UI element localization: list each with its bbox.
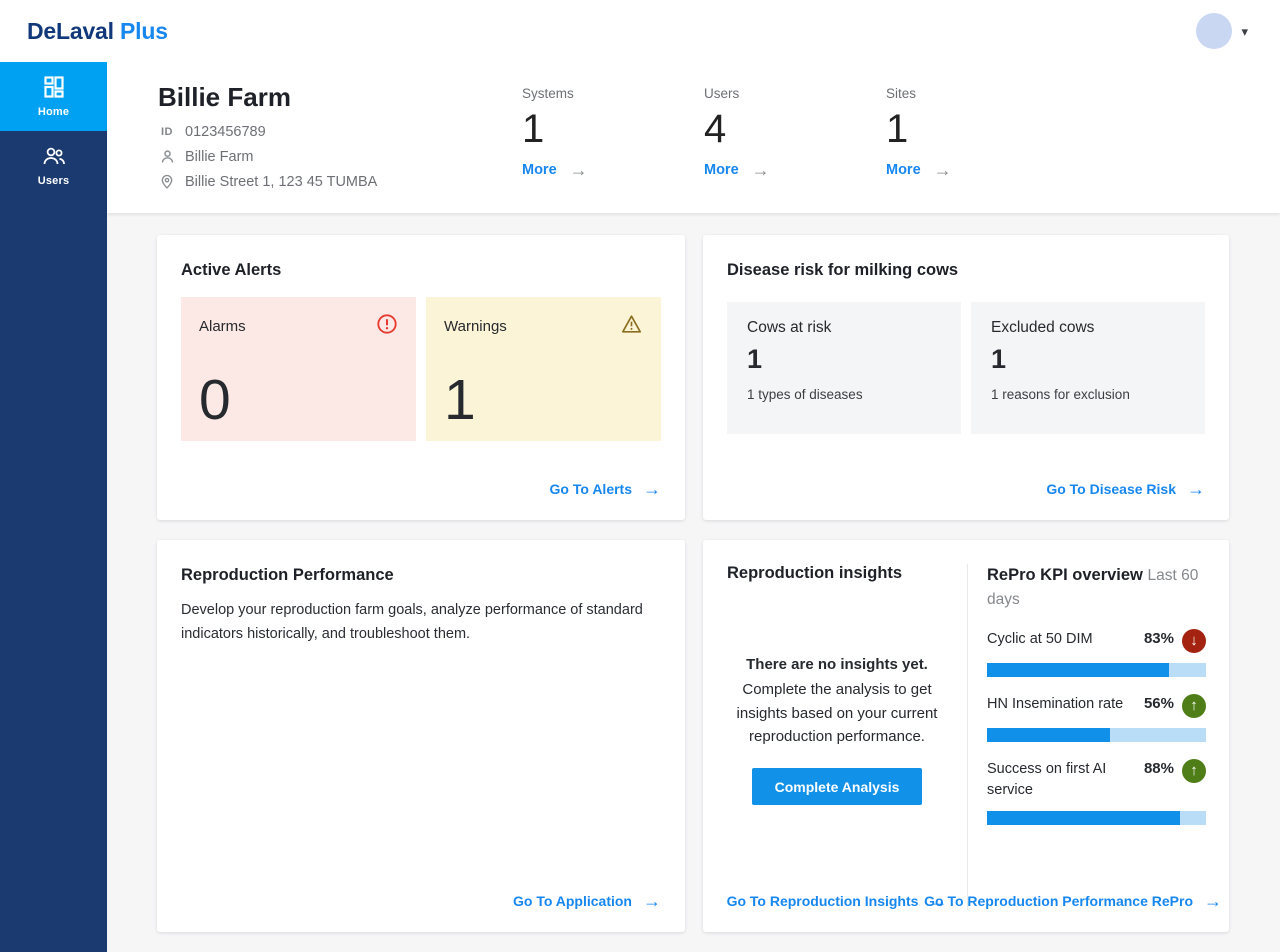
stat-systems: Systems 1 More →: [522, 86, 704, 213]
trend-down-icon: ↓: [1182, 629, 1206, 653]
farm-info: Billie Farm ID 0123456789 Billie Farm: [158, 62, 522, 213]
kpi-progress-bar: [987, 728, 1206, 742]
warning-triangle-icon: [620, 313, 643, 339]
sidebar-item-users[interactable]: Users: [0, 131, 107, 200]
farm-address-row: Billie Street 1, 123 45 TUMBA: [158, 173, 522, 190]
stat-value: 1: [886, 106, 1068, 152]
sidebar-item-label: Users: [38, 175, 70, 187]
users-more-link[interactable]: More →: [704, 161, 770, 179]
repro-kpi-overview-section: RePro KPI overview Last 60 days Cyclic a…: [968, 564, 1206, 910]
card-description: Develop your reproduction farm goals, an…: [181, 599, 657, 647]
cows-at-risk-tile: Cows at risk 1 1 types of diseases: [727, 302, 961, 434]
trend-up-icon: ↑: [1182, 694, 1206, 718]
arrow-right-icon: →: [1204, 892, 1222, 910]
stat-label: Users: [704, 86, 886, 101]
home-grid-icon: [42, 75, 66, 99]
warnings-label: Warnings: [444, 318, 507, 335]
alarms-tile: Alarms 0: [181, 297, 416, 441]
farm-id-value: 0123456789: [185, 124, 266, 140]
go-to-alerts-link[interactable]: Go To Alerts →: [550, 480, 661, 498]
go-to-repro-performance-link[interactable]: Go To Reproduction Performance RePro →: [924, 892, 1222, 910]
id-label: ID: [158, 126, 176, 138]
kpi-value: 56%: [1144, 695, 1174, 712]
farm-header: Billie Farm ID 0123456789 Billie Farm: [107, 62, 1280, 213]
stat-users: Users 4 More →: [704, 86, 886, 213]
farm-name: Billie Farm: [158, 82, 522, 113]
tile-label: Cows at risk: [747, 319, 941, 337]
tile-value: 1: [747, 344, 941, 375]
card-title: Active Alerts: [181, 261, 661, 280]
card-title: Reproduction insights: [727, 564, 947, 583]
sidebar-item-home[interactable]: Home: [0, 62, 107, 131]
disease-risk-card: Disease risk for milking cows Cows at ri…: [703, 235, 1229, 520]
farm-contact-row: Billie Farm: [158, 148, 522, 165]
complete-analysis-button[interactable]: Complete Analysis: [752, 768, 922, 805]
kpi-progress-bar: [987, 811, 1206, 825]
insights-empty-state: There are no insights yet. Complete the …: [727, 653, 947, 748]
arrow-right-icon: →: [570, 161, 588, 179]
stat-label: Systems: [522, 86, 704, 101]
arrow-right-icon: →: [752, 161, 770, 179]
stat-value: 4: [704, 106, 886, 152]
go-to-disease-risk-link[interactable]: Go To Disease Risk →: [1046, 480, 1205, 498]
app-logo[interactable]: DeLaval Plus: [27, 18, 168, 45]
caret-down-icon[interactable]: ▾: [1241, 25, 1248, 38]
stat-sites: Sites 1 More →: [886, 86, 1068, 213]
card-title: Disease risk for milking cows: [727, 261, 1205, 280]
kpi-label: Cyclic at 50 DIM: [987, 629, 1144, 650]
farm-contact-name: Billie Farm: [185, 149, 253, 165]
tile-label: Excluded cows: [991, 319, 1185, 337]
kpi-value: 88%: [1144, 760, 1174, 777]
kpi-progress-bar: [987, 663, 1206, 677]
reproduction-insights-kpi-card: Reproduction insights There are no insig…: [703, 540, 1229, 932]
systems-more-link[interactable]: More →: [522, 161, 588, 179]
tile-value: 1: [991, 344, 1185, 375]
kpi-title: RePro KPI overview Last 60 days: [987, 564, 1206, 612]
users-icon: [41, 144, 67, 168]
sites-more-link[interactable]: More →: [886, 161, 952, 179]
brand-primary: DeLaval: [27, 18, 114, 44]
kpi-label: HN Insemination rate: [987, 694, 1144, 715]
warnings-count: 1: [444, 373, 643, 427]
card-title: Reproduction Performance: [181, 566, 661, 585]
alarms-count: 0: [199, 373, 398, 427]
empty-state-body: Complete the analysis to get insights ba…: [737, 681, 938, 745]
warnings-tile: Warnings 1: [426, 297, 661, 441]
alarm-error-icon: [376, 313, 398, 339]
top-bar: DeLaval Plus ▾: [0, 0, 1280, 62]
empty-state-title: There are no insights yet.: [729, 653, 945, 676]
excluded-cows-tile: Excluded cows 1 1 reasons for exclusion: [971, 302, 1205, 434]
sidebar-item-label: Home: [38, 106, 69, 118]
alarms-label: Alarms: [199, 318, 246, 335]
kpi-value: 83%: [1144, 630, 1174, 647]
tile-subtext: 1 reasons for exclusion: [991, 387, 1185, 402]
farm-id-row: ID 0123456789: [158, 124, 522, 140]
kpi-row: HN Insemination rate 56% ↑: [987, 694, 1206, 742]
farm-address: Billie Street 1, 123 45 TUMBA: [185, 174, 377, 190]
kpi-label: Success on first AI service: [987, 759, 1144, 801]
dashboard-content: Active Alerts Alarms: [107, 213, 1280, 952]
active-alerts-card: Active Alerts Alarms: [157, 235, 685, 520]
go-to-reproduction-insights-link[interactable]: Go To Reproduction Insights →: [727, 892, 948, 910]
kpi-row: Success on first AI service 88% ↑: [987, 759, 1206, 825]
stat-value: 1: [522, 106, 704, 152]
arrow-right-icon: →: [643, 480, 661, 498]
arrow-right-icon: →: [1187, 480, 1205, 498]
account-menu[interactable]: ▾: [1196, 13, 1248, 49]
arrow-right-icon: →: [643, 892, 661, 910]
reproduction-performance-card: Reproduction Performance Develop your re…: [157, 540, 685, 932]
go-to-application-link[interactable]: Go To Application →: [513, 892, 661, 910]
brand-secondary: Plus: [120, 18, 168, 44]
person-icon: [158, 148, 176, 165]
arrow-right-icon: →: [934, 161, 952, 179]
trend-up-icon: ↑: [1182, 759, 1206, 783]
avatar[interactable]: [1196, 13, 1232, 49]
location-pin-icon: [158, 173, 176, 190]
tile-subtext: 1 types of diseases: [747, 387, 941, 402]
kpi-row: Cyclic at 50 DIM 83% ↓: [987, 629, 1206, 677]
farm-stats: Systems 1 More → Users 4 More →: [522, 62, 1068, 213]
sidebar: Home Users: [0, 62, 107, 952]
reproduction-insights-section: Reproduction insights There are no insig…: [727, 564, 968, 910]
stat-label: Sites: [886, 86, 1068, 101]
